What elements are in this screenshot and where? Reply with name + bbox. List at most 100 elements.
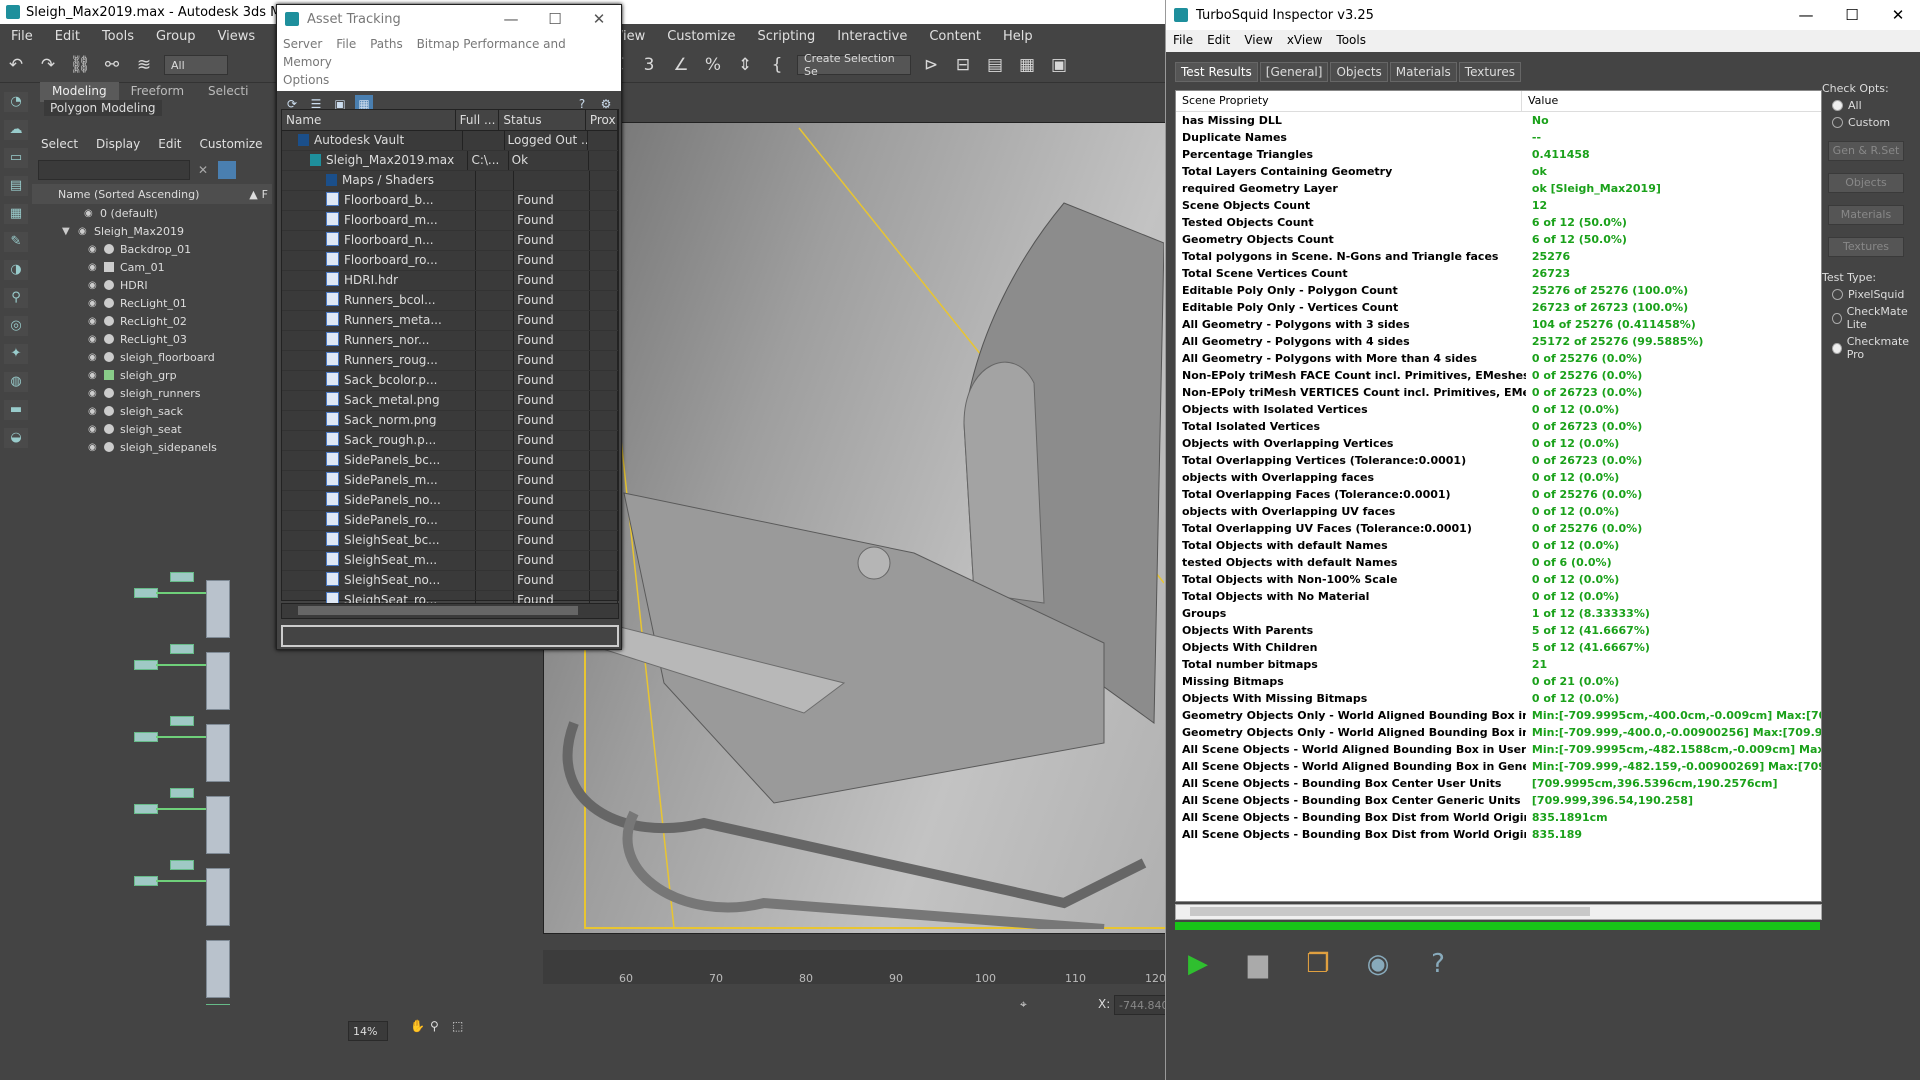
result-row[interactable]: Geometry Objects Only - World Aligned Bo… — [1176, 724, 1821, 741]
asset-row[interactable]: Runners_roug... Found — [282, 351, 619, 371]
scene-item[interactable]: ▼ ◉ Sleigh_Max2019 — [58, 222, 272, 240]
timeline-ruler[interactable]: 60 70 80 90 100 110 120 — [543, 950, 1166, 985]
result-row[interactable]: Total number bitmaps 21 — [1176, 656, 1821, 673]
html-export-icon[interactable]: ◉ — [1355, 941, 1401, 987]
asset-path-field[interactable] — [281, 625, 619, 647]
schematic-node[interactable] — [134, 732, 158, 742]
result-row[interactable]: Total Scene Vertices Count 26723 — [1176, 265, 1821, 282]
result-row[interactable]: Geometry Objects Count 6 of 12 (50.0%) — [1176, 231, 1821, 248]
result-row[interactable]: All Scene Objects - World Aligned Boundi… — [1176, 741, 1821, 758]
eye-icon[interactable]: ◉ — [88, 262, 100, 273]
result-row[interactable]: Duplicate Names -- — [1176, 129, 1821, 146]
col-scene-propriety[interactable]: Scene Propriety — [1176, 91, 1522, 111]
asset-row[interactable]: Autodesk Vault Logged Out ... — [282, 131, 619, 151]
result-row[interactable]: Objects With Parents 5 of 12 (41.6667%) — [1176, 622, 1821, 639]
menu-tools[interactable]: Tools — [91, 29, 145, 44]
asset-row[interactable]: SleighSeat_no... Found — [282, 571, 619, 591]
asset-row[interactable]: Sack_metal.png Found — [282, 391, 619, 411]
asset-row[interactable]: Sack_bcolor.p... Found — [282, 371, 619, 391]
schematic-node[interactable] — [170, 860, 194, 870]
schematic-node[interactable] — [206, 724, 230, 782]
gen-rset-button[interactable]: Gen & R.Set — [1828, 141, 1904, 161]
run-test-icon[interactable]: ▶ — [1175, 941, 1221, 987]
asset-row[interactable]: Floorboard_m... Found — [282, 211, 619, 231]
ribbon-toggle-icon[interactable]: ▣ — [1046, 52, 1072, 78]
tab-objects[interactable]: Objects — [1330, 62, 1388, 82]
clear-search-icon[interactable]: ✕ — [198, 163, 208, 177]
zoom-dropdown[interactable]: 14% — [348, 1021, 388, 1041]
scene-item[interactable]: ◉ HDRI — [58, 276, 272, 294]
menu-content[interactable]: Content — [918, 29, 992, 44]
result-row[interactable]: Total Overlapping Faces (Tolerance:0.000… — [1176, 486, 1821, 503]
result-row[interactable]: All Scene Objects - World Aligned Boundi… — [1176, 758, 1821, 775]
create-icon[interactable]: ◔ — [4, 92, 28, 112]
result-row[interactable]: All Scene Objects - Bounding Box Center … — [1176, 775, 1821, 792]
eye-icon[interactable]: ◉ — [84, 208, 96, 219]
zoom-region-icon[interactable]: ⬚ — [452, 1019, 463, 1033]
schematic-node[interactable] — [206, 796, 230, 854]
motion-icon[interactable]: ▤ — [4, 176, 28, 196]
result-row[interactable]: Tested Objects Count 6 of 12 (50.0%) — [1176, 214, 1821, 231]
save-icon[interactable]: ▆ — [1235, 941, 1281, 987]
menu-help[interactable]: Help — [992, 29, 1044, 44]
result-row[interactable]: Objects with Overlapping Vertices 0 of 12… — [1176, 435, 1821, 452]
schematic-node[interactable] — [170, 572, 194, 582]
percent-snap-icon[interactable]: % — [700, 52, 726, 78]
result-row[interactable]: objects with Overlapping UV faces 0 of 12… — [1176, 503, 1821, 520]
result-row[interactable]: All Scene Objects - Bounding Box Dist fr… — [1176, 826, 1821, 843]
scene-item[interactable]: ◉ 0 (default) — [58, 204, 272, 222]
asset-row[interactable]: Floorboard_n... Found — [282, 231, 619, 251]
asset-row[interactable]: SleighSeat_bc... Found — [282, 531, 619, 551]
scene-item[interactable]: ◉ sleigh_sidepanels — [58, 438, 272, 456]
close-icon[interactable]: ✕ — [577, 10, 621, 28]
scene-item[interactable]: ◉ sleigh_seat — [58, 420, 272, 438]
result-row[interactable]: Non-EPoly triMesh VERTICES Count incl. P… — [1176, 384, 1821, 401]
result-row[interactable]: Total Isolated Vertices 0 of 26723 (0.0%) — [1176, 418, 1821, 435]
redo-icon[interactable]: ↷ — [35, 52, 61, 78]
radio-custom[interactable]: Custom — [1832, 116, 1918, 129]
ts-menu-view[interactable]: View — [1237, 33, 1279, 47]
display-icon[interactable]: ▦ — [4, 204, 28, 224]
eye-icon[interactable]: ◉ — [88, 334, 100, 345]
bulb-icon[interactable]: ◑ — [4, 260, 28, 280]
result-row[interactable]: Missing Bitmaps 0 of 21 (0.0%) — [1176, 673, 1821, 690]
result-row[interactable]: Non-EPoly triMesh FACE Count incl. Primi… — [1176, 367, 1821, 384]
maximize-icon[interactable]: ☐ — [533, 10, 577, 28]
asset-row[interactable]: Runners_nor... Found — [282, 331, 619, 351]
ts-menu-edit[interactable]: Edit — [1200, 33, 1237, 47]
result-row[interactable]: Total Objects with default Names 0 of 12 … — [1176, 537, 1821, 554]
objects-button[interactable]: Objects — [1828, 173, 1904, 193]
asset-row[interactable]: SidePanels_m... Found — [282, 471, 619, 491]
radio-pixelsquid[interactable]: PixelSquid — [1832, 288, 1918, 301]
tab-modeling[interactable]: Modeling — [40, 82, 119, 102]
asset-row[interactable]: Floorboard_ro... Found — [282, 251, 619, 271]
helper-icon[interactable]: ◎ — [4, 316, 28, 336]
result-row[interactable]: Objects With Children 5 of 12 (41.6667%) — [1176, 639, 1821, 656]
asset-row[interactable]: HDRI.hdr Found — [282, 271, 619, 291]
asset-row[interactable]: Sack_norm.png Found — [282, 411, 619, 431]
at-menu-file[interactable]: File — [336, 37, 356, 51]
materials-button[interactable]: Materials — [1828, 205, 1904, 225]
menu-interactive[interactable]: Interactive — [826, 29, 918, 44]
result-row[interactable]: All Scene Objects - Bounding Box Center … — [1176, 792, 1821, 809]
result-row[interactable]: Total Layers Containing Geometry ok — [1176, 163, 1821, 180]
asset-row[interactable]: Sleigh_Max2019.max C:\... Ok — [282, 151, 619, 171]
eye-icon[interactable]: ◉ — [88, 352, 100, 363]
at-menu-bitmap[interactable]: Bitmap Performance and Memory — [283, 37, 566, 69]
asset-row[interactable]: Floorboard_b... Found — [282, 191, 619, 211]
radio-checkmate-lite[interactable]: CheckMate Lite — [1832, 305, 1918, 331]
asset-horizontal-scrollbar[interactable] — [281, 603, 619, 619]
at-menu-server[interactable]: Server — [283, 37, 322, 51]
polygon-modeling-label[interactable]: Polygon Modeling — [44, 100, 162, 116]
menu-views[interactable]: Views — [207, 29, 267, 44]
layer-explorer-icon[interactable]: ▦ — [1014, 52, 1040, 78]
eye-icon[interactable]: ◉ — [88, 280, 100, 291]
angle-snap-icon[interactable]: ∠ — [668, 52, 694, 78]
result-row[interactable]: All Geometry - Polygons with 4 sides 2517… — [1176, 333, 1821, 350]
system-icon[interactable]: ◍ — [4, 372, 28, 392]
result-row[interactable]: Editable Poly Only - Polygon Count 25276 … — [1176, 282, 1821, 299]
scene-item[interactable]: ◉ Cam_01 — [58, 258, 272, 276]
schematic-node[interactable] — [206, 868, 230, 926]
undo-icon[interactable]: ↶ — [3, 52, 29, 78]
snap-3d-icon[interactable]: 3 — [636, 52, 662, 78]
